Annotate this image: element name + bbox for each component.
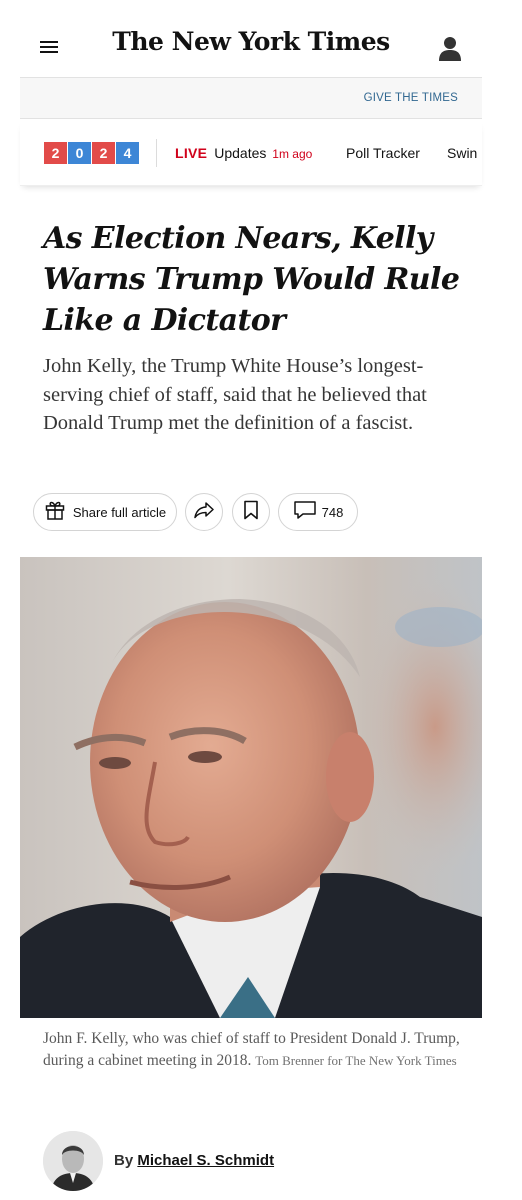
photo-caption: John F. Kelly, who was chief of staff to… [43,1028,463,1072]
bookmark-icon [243,500,259,525]
give-the-times-bar: GIVE THE TIMES [20,78,482,119]
year-digit: 2 [44,142,67,164]
author-avatar[interactable] [43,1131,103,1191]
year-digit: 2 [92,142,115,164]
author-link[interactable]: Michael S. Schmidt [137,1152,274,1169]
masthead: The New York Times [20,0,482,78]
nav-divider [156,139,157,167]
byline: By Michael S. Schmidt [114,1152,274,1169]
share-button[interactable] [185,493,223,531]
article-photo [20,557,482,1018]
article-summary: John Kelly, the Trump White House’s long… [43,355,427,434]
comment-count: 748 [321,504,344,520]
nyt-logo[interactable]: The New York Times [20,27,482,56]
poll-tracker-link[interactable]: Poll Tracker [346,145,420,161]
gift-icon [44,499,66,526]
save-button[interactable] [232,493,270,531]
byline-prefix: By [114,1152,134,1169]
election-nav-bar: 2 0 2 4 LIVE Updates 1m ago Poll Tracker… [20,120,482,186]
share-arrow-icon [193,500,215,525]
live-updates-link[interactable]: LIVE Updates 1m ago [175,145,312,161]
election-2024-badge[interactable]: 2 0 2 4 [44,142,140,164]
person-icon[interactable] [438,36,462,62]
swing-states-link[interactable]: Swin [447,145,477,161]
share-full-article-button[interactable]: Share full article [33,493,177,531]
comments-button[interactable]: 748 [278,493,358,531]
speech-bubble-icon [293,500,317,525]
give-the-times-link[interactable]: GIVE THE TIMES [364,92,458,104]
updated-timestamp: 1m ago [272,147,313,161]
share-label: Share full article [72,504,167,520]
year-digit: 0 [68,142,91,164]
year-digit: 4 [116,142,139,164]
updates-label: Updates [214,145,267,161]
photo-credit: Tom Brenner for The New York Times [255,1053,457,1068]
article-headline: As Election Nears, Kelly Warns Trump Wou… [43,221,460,338]
live-label: LIVE [175,145,208,161]
article-page: The New York Times GIVE THE TIMES 2 0 2 … [20,0,482,1200]
